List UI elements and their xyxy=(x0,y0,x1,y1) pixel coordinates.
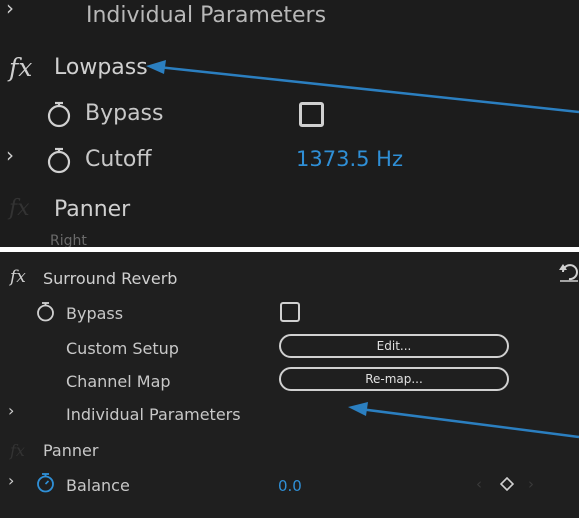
effect-controls-zoomed-panel: › Individual Parameters fx Lowpass Bypas… xyxy=(0,0,579,247)
effect-controls-panel: fx Surround Reverb Bypass Custom Setup E… xyxy=(0,252,579,518)
annotation-arrow-icon xyxy=(348,402,579,439)
annotation-arrow-icon xyxy=(146,60,579,114)
